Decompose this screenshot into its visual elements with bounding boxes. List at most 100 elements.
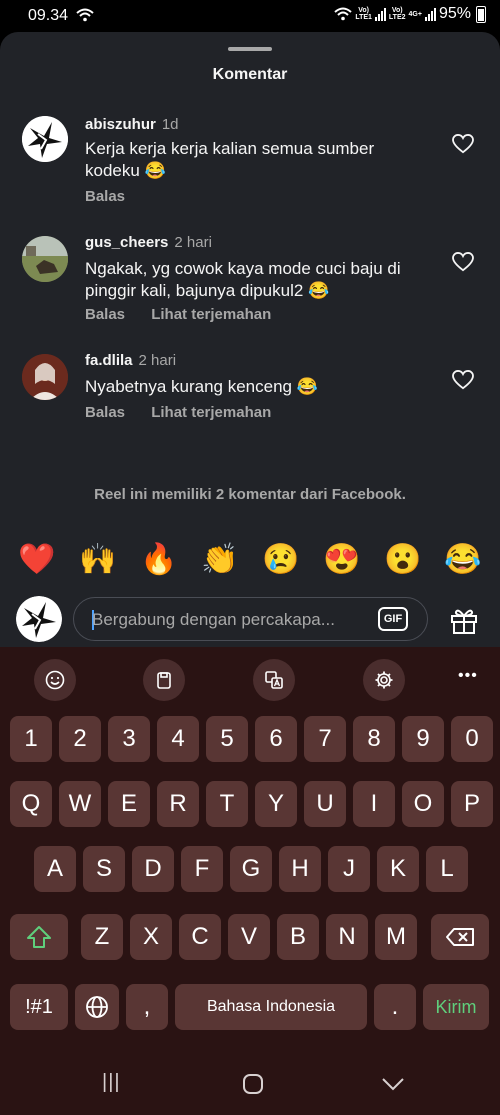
avatar[interactable]	[22, 354, 68, 400]
key[interactable]: 0	[451, 716, 493, 762]
reaction-laugh[interactable]: 😂	[443, 542, 483, 577]
reply-link[interactable]: Balas	[85, 404, 125, 421]
back-button[interactable]	[381, 1077, 405, 1091]
data-type-label: 4G+	[408, 10, 422, 18]
key[interactable]: T	[206, 781, 248, 827]
key[interactable]: 2	[59, 716, 101, 762]
key[interactable]: K	[377, 846, 419, 892]
comment-username[interactable]: gus_cheers 2 hari	[85, 234, 212, 251]
key[interactable]: S	[83, 846, 125, 892]
key[interactable]: R	[157, 781, 199, 827]
key[interactable]: P	[451, 781, 493, 827]
reaction-heart[interactable]: ❤️	[17, 542, 57, 577]
keyboard: ••• 1 2 3 4 5 6 7 8 9 0 Q W E R T Y U I …	[0, 647, 500, 1115]
comma-key[interactable]: ,	[126, 984, 168, 1030]
navigation-bar: |||	[0, 1050, 500, 1115]
key[interactable]: F	[181, 846, 223, 892]
quick-reactions: ❤️ 🙌 🔥 👏 😢 😍 😮 😂	[0, 532, 500, 592]
reaction-heart-eyes[interactable]: 😍	[322, 542, 362, 577]
send-key[interactable]: Kirim	[423, 984, 489, 1030]
backspace-key[interactable]	[431, 914, 489, 960]
sim1-label: Vo) LTE1	[355, 7, 372, 21]
key[interactable]: 5	[206, 716, 248, 762]
language-key[interactable]	[75, 984, 119, 1030]
key[interactable]: J	[328, 846, 370, 892]
key[interactable]: X	[130, 914, 172, 960]
reaction-clap[interactable]: 👏	[200, 542, 240, 577]
key[interactable]: V	[228, 914, 270, 960]
key[interactable]: 7	[304, 716, 346, 762]
comment-username[interactable]: abiszuhur 1d	[85, 116, 179, 133]
facebook-comments-note[interactable]: Reel ini memiliki 2 komentar dari Facebo…	[0, 486, 500, 503]
emoji-icon[interactable]	[34, 659, 76, 701]
comment-actions: Balas Lihat terjemahan	[85, 306, 293, 323]
battery-icon	[476, 5, 486, 23]
key[interactable]: I	[353, 781, 395, 827]
signal-1-icon	[374, 7, 386, 21]
key[interactable]: M	[375, 914, 417, 960]
recents-button[interactable]: |||	[102, 1071, 121, 1094]
comment-text: Ngakak, yg cowok kaya mode cuci baju di …	[85, 259, 401, 300]
reaction-raised-hands[interactable]: 🙌	[78, 542, 118, 577]
key[interactable]: 9	[402, 716, 444, 762]
key[interactable]: 1	[10, 716, 52, 762]
key[interactable]: D	[132, 846, 174, 892]
wifi-icon	[76, 8, 94, 22]
comment-time: 2 hari	[174, 234, 212, 251]
clock: 09.34	[28, 7, 69, 24]
key[interactable]: 4	[157, 716, 199, 762]
key[interactable]: O	[402, 781, 444, 827]
globe-icon	[86, 996, 108, 1018]
gif-button[interactable]: GIF	[378, 607, 408, 631]
translate-icon[interactable]	[253, 659, 295, 701]
key[interactable]: W	[59, 781, 101, 827]
translate-link[interactable]: Lihat terjemahan	[151, 306, 271, 323]
like-heart-icon[interactable]	[452, 252, 474, 272]
reply-link[interactable]: Balas	[85, 188, 125, 205]
key[interactable]: C	[179, 914, 221, 960]
key[interactable]: 6	[255, 716, 297, 762]
comment-actions: Balas	[85, 188, 147, 205]
reaction-cry[interactable]: 😢	[261, 542, 301, 577]
settings-icon[interactable]	[363, 659, 405, 701]
key[interactable]: Z	[81, 914, 123, 960]
clipboard-icon[interactable]	[143, 659, 185, 701]
reaction-surprised[interactable]: 😮	[383, 542, 423, 577]
like-heart-icon[interactable]	[452, 134, 474, 154]
reply-link[interactable]: Balas	[85, 306, 125, 323]
key[interactable]: E	[108, 781, 150, 827]
like-heart-icon[interactable]	[452, 370, 474, 390]
comment-username[interactable]: fa.dlila 2 hari	[85, 352, 176, 369]
comment-input[interactable]: Bergabung dengan percakapa... GIF	[73, 597, 428, 641]
composer-bar: ❤️ 🙌 🔥 👏 😢 😍 😮 😂 Bergabung dengan percak…	[0, 532, 500, 647]
avatar[interactable]	[22, 116, 68, 162]
shift-icon	[27, 926, 51, 948]
comments-sheet: Komentar abiszuhur 1d Kerja kerja kerja k…	[0, 32, 500, 532]
comment-time: 1d	[161, 116, 179, 133]
gift-icon[interactable]	[448, 604, 480, 636]
reaction-fire[interactable]: 🔥	[139, 542, 179, 577]
key[interactable]: U	[304, 781, 346, 827]
period-key[interactable]: .	[374, 984, 416, 1030]
home-button[interactable]	[242, 1073, 264, 1095]
avatar[interactable]	[22, 236, 68, 282]
key[interactable]: N	[326, 914, 368, 960]
key[interactable]: 3	[108, 716, 150, 762]
comment-time: 2 hari	[138, 352, 177, 369]
key[interactable]: H	[279, 846, 321, 892]
sheet-grabber[interactable]	[228, 47, 272, 51]
comment-input-row: Bergabung dengan percakapa... GIF	[0, 592, 500, 647]
key[interactable]: B	[277, 914, 319, 960]
translate-link[interactable]: Lihat terjemahan	[151, 404, 271, 421]
more-icon[interactable]: •••	[458, 667, 478, 685]
key[interactable]: L	[426, 846, 468, 892]
key[interactable]: 8	[353, 716, 395, 762]
key[interactable]: A	[34, 846, 76, 892]
space-key[interactable]: Bahasa Indonesia	[175, 984, 367, 1030]
symbols-key[interactable]: !#1	[10, 984, 68, 1030]
shift-key[interactable]	[10, 914, 68, 960]
key[interactable]: Y	[255, 781, 297, 827]
key[interactable]: G	[230, 846, 272, 892]
comment-placeholder: Bergabung dengan percakapa...	[92, 610, 335, 629]
key[interactable]: Q	[10, 781, 52, 827]
